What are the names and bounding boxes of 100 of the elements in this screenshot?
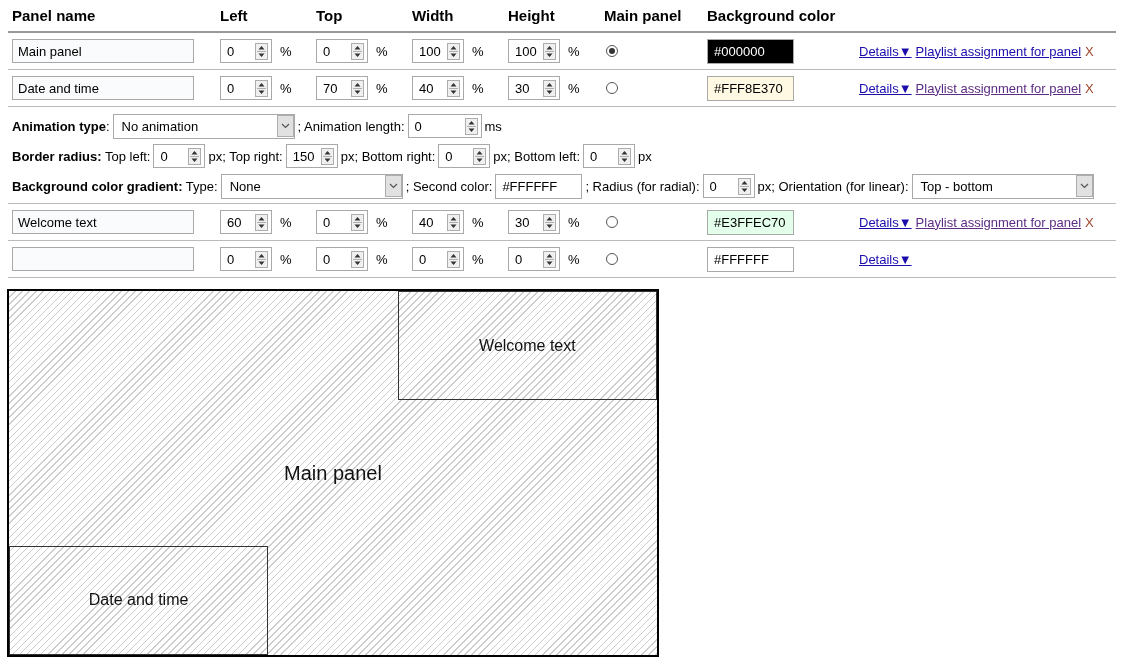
panel-label: Main panel [284, 461, 382, 485]
color-field[interactable]: #000000 [707, 38, 794, 64]
unit-label: % [472, 80, 484, 96]
spin-arrows-icon [351, 250, 364, 268]
main-panel-radio[interactable] [606, 216, 618, 228]
main-panel-radio[interactable] [606, 82, 618, 94]
chevron-down-icon [1075, 175, 1093, 197]
unit-label: % [472, 43, 484, 59]
number-field[interactable]: 100 [508, 39, 560, 63]
spin-arrows-icon [351, 42, 364, 60]
number-field[interactable]: 0 [407, 114, 482, 138]
unit-label: % [376, 43, 388, 59]
unit-label: % [376, 214, 388, 230]
panel-name-field[interactable]: Date and time [12, 76, 194, 100]
unit-label: % [280, 251, 292, 267]
number-field[interactable]: 0 [220, 39, 272, 63]
spin-arrows-icon [255, 213, 268, 231]
option-label: Background color gradient: Type: [12, 178, 218, 194]
details-link[interactable]: Details▼ [859, 251, 912, 267]
main-panel-radio[interactable] [606, 45, 618, 57]
unit-label: % [376, 80, 388, 96]
spin-arrows-icon [447, 79, 460, 97]
unit-label: % [376, 251, 388, 267]
column-header: Background color [707, 7, 836, 24]
spin-arrows-icon [543, 213, 556, 231]
panel-name-field[interactable]: Welcome text [12, 210, 194, 234]
option-label: px; Bottom left: [493, 148, 581, 164]
main-panel-radio[interactable] [606, 253, 618, 265]
option-label: Border radius: Top left: [12, 148, 151, 164]
unit-label: % [472, 251, 484, 267]
spin-arrows-icon [255, 42, 268, 60]
option-label: px [638, 148, 652, 164]
number-field[interactable]: 30 [508, 210, 560, 234]
number-field[interactable]: 0 [316, 247, 368, 271]
spin-arrows-icon [447, 42, 460, 60]
details-link[interactable]: Details▼ [859, 80, 912, 96]
spin-arrows-icon [543, 79, 556, 97]
number-field[interactable]: 0 [508, 247, 560, 271]
dropdown[interactable]: No animation [112, 113, 295, 139]
number-field[interactable]: 0 [438, 144, 491, 168]
number-field[interactable]: 40 [412, 210, 464, 234]
spin-arrows-icon [543, 42, 556, 60]
number-field[interactable]: 0 [153, 144, 206, 168]
number-field[interactable]: 40 [412, 76, 464, 100]
column-header: Main panel [604, 7, 682, 24]
number-field[interactable]: 30 [508, 76, 560, 100]
delete-button[interactable]: X [1085, 80, 1094, 96]
option-label: Animation type: [12, 118, 110, 134]
delete-button[interactable]: X [1085, 214, 1094, 230]
playlist-link[interactable]: Playlist assignment for panel [915, 214, 1082, 230]
option-label: px; Top right: [208, 148, 283, 164]
color-field[interactable]: #FFFFFF [707, 246, 794, 272]
number-field[interactable]: 0 [702, 174, 755, 198]
spin-arrows-icon [320, 147, 334, 165]
panel-label: Welcome text [479, 336, 576, 355]
dropdown[interactable]: None [220, 173, 403, 199]
spin-arrows-icon [351, 213, 364, 231]
number-field[interactable]: 0 [583, 144, 636, 168]
number-field[interactable]: 0 [220, 76, 272, 100]
unit-label: % [568, 251, 580, 267]
spin-arrows-icon [618, 147, 632, 165]
spin-arrows-icon [447, 250, 460, 268]
playlist-link[interactable]: Playlist assignment for panel [915, 43, 1082, 59]
color-field[interactable]: #FFFFFF [495, 173, 583, 199]
delete-button[interactable]: X [1085, 43, 1094, 59]
number-field[interactable]: 70 [316, 76, 368, 100]
color-field[interactable]: #E3FFEC70 [707, 209, 794, 235]
dropdown[interactable]: Top - bottom [911, 173, 1094, 199]
number-field[interactable]: 0 [316, 210, 368, 234]
number-field[interactable]: 0 [412, 247, 464, 271]
panel-name-field[interactable]: Main panel [12, 39, 194, 63]
column-header: Top [316, 7, 343, 24]
number-field[interactable]: 0 [220, 247, 272, 271]
color-field[interactable]: #FFF8E370 [707, 75, 794, 101]
spin-arrows-icon [737, 177, 751, 195]
details-link[interactable]: Details▼ [859, 43, 912, 59]
spin-arrows-icon [447, 213, 460, 231]
column-header: Left [220, 7, 248, 24]
spin-arrows-icon [464, 117, 478, 135]
spin-arrows-icon [188, 147, 202, 165]
column-header: Width [412, 7, 454, 24]
option-label: px; Bottom right: [340, 148, 436, 164]
unit-label: % [280, 214, 292, 230]
column-header: Panel name [12, 7, 96, 24]
number-field[interactable]: 150 [285, 144, 338, 168]
panel-name-field[interactable] [12, 247, 194, 271]
spin-arrows-icon [255, 79, 268, 97]
chevron-down-icon [384, 175, 402, 197]
number-field[interactable]: 0 [316, 39, 368, 63]
number-field[interactable]: 60 [220, 210, 272, 234]
unit-label: % [568, 43, 580, 59]
spin-arrows-icon [473, 147, 487, 165]
details-link[interactable]: Details▼ [859, 214, 912, 230]
unit-label: % [280, 80, 292, 96]
playlist-link[interactable]: Playlist assignment for panel [915, 80, 1082, 96]
panel-label: Date and time [88, 591, 189, 610]
unit-label: % [568, 80, 580, 96]
option-label: ; Animation length: [297, 118, 405, 134]
number-field[interactable]: 100 [412, 39, 464, 63]
option-label: ; Radius (for radial): [585, 178, 700, 194]
